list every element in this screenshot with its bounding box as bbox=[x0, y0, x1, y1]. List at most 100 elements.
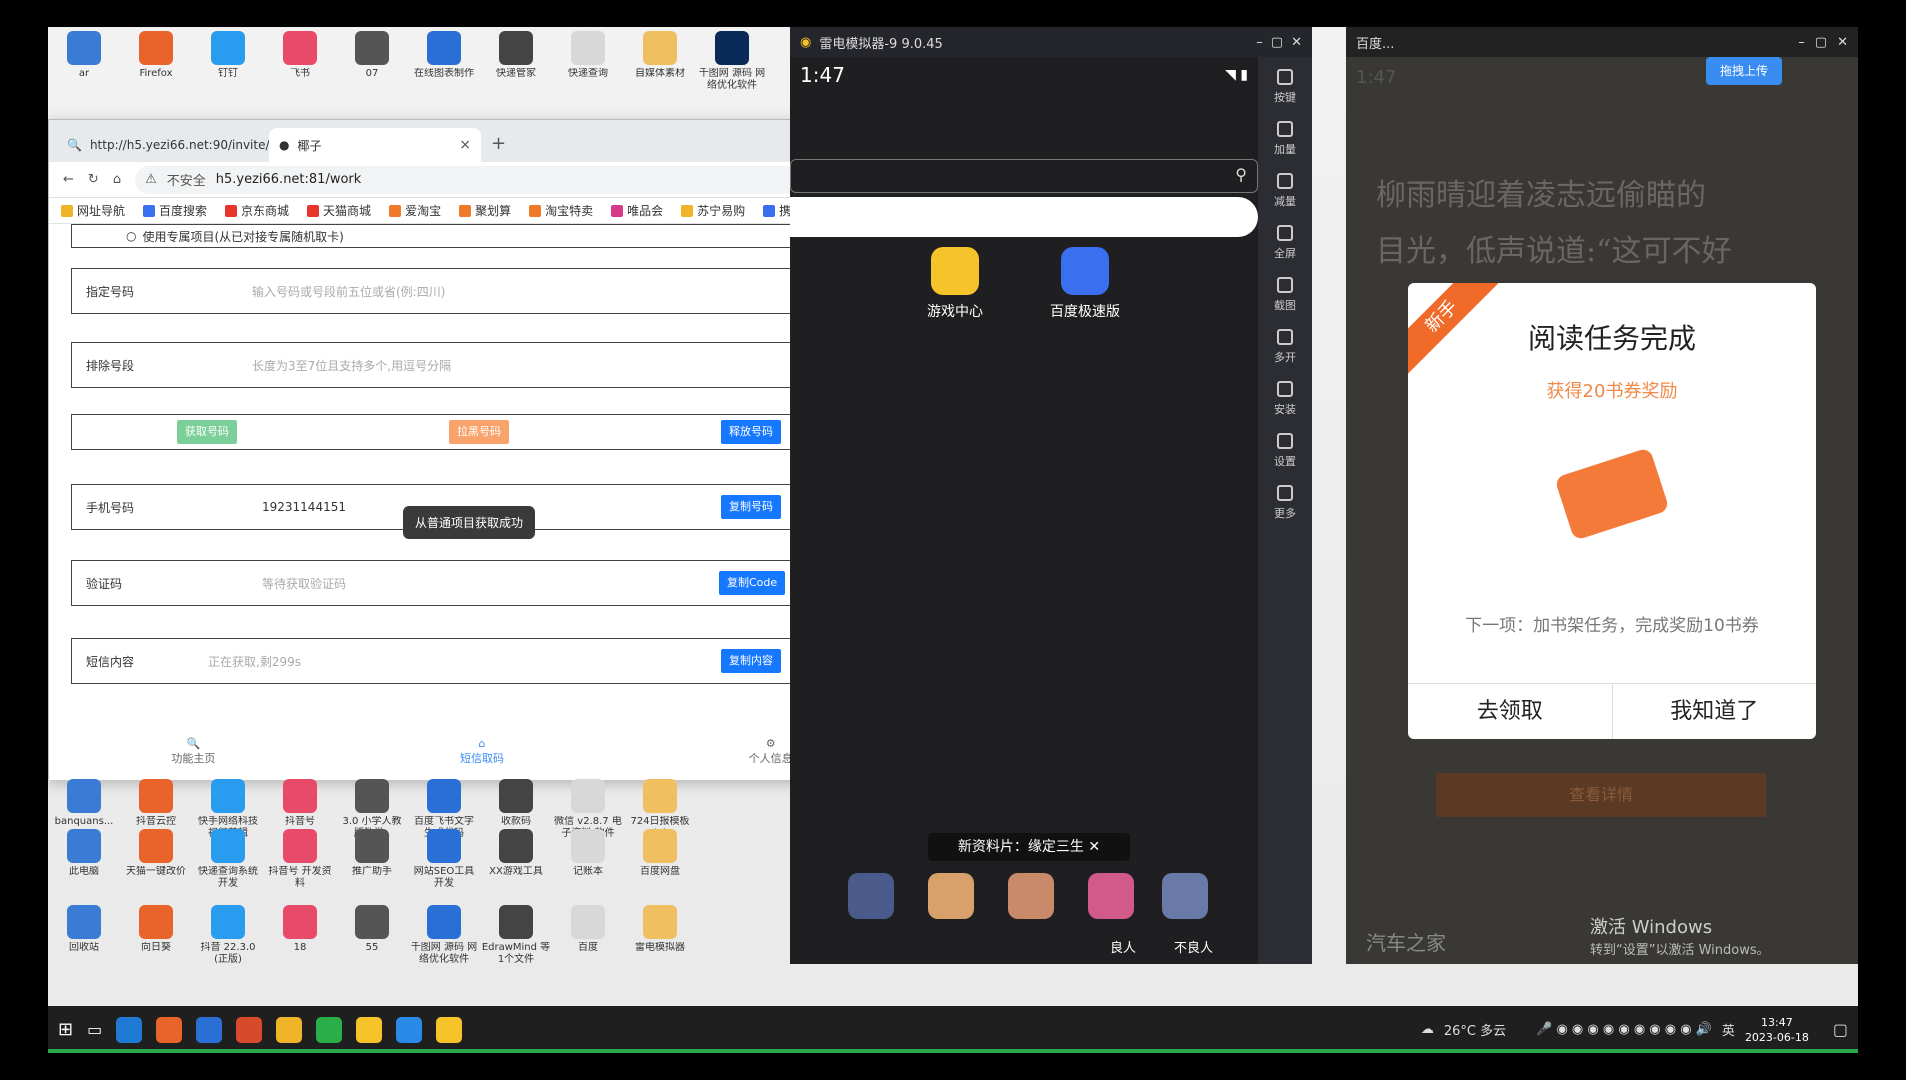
nav-sms[interactable]: ⌂ 短信取码 bbox=[460, 737, 504, 766]
minimize-icon[interactable]: – bbox=[1256, 35, 1263, 50]
emulator2-tab[interactable]: 百度... bbox=[1356, 33, 1394, 52]
desktop-icon[interactable]: 快递查询系统 开发 bbox=[192, 829, 264, 890]
desktop-icon[interactable]: 飞书 bbox=[264, 31, 336, 92]
ime-indicator[interactable]: 英 bbox=[1722, 1020, 1735, 1039]
copy-number-button[interactable]: 复制号码 bbox=[721, 495, 781, 519]
maximize-icon[interactable]: ▢ bbox=[1271, 35, 1283, 50]
game-icon[interactable] bbox=[1162, 873, 1208, 919]
game-icon[interactable] bbox=[1008, 873, 1054, 919]
blacklist-number-button[interactable]: 拉黑号码 bbox=[449, 420, 509, 444]
app-icon[interactable] bbox=[196, 1016, 223, 1043]
radio-icon[interactable]: ○ bbox=[126, 229, 136, 243]
claim-button[interactable]: 去领取 bbox=[1408, 684, 1612, 739]
edge-icon[interactable] bbox=[116, 1016, 143, 1043]
desktop-icon[interactable]: 雷电模拟器 bbox=[624, 905, 696, 966]
maximize-icon[interactable]: ▢ bbox=[1815, 35, 1827, 50]
bookmark-item[interactable]: 网址导航 bbox=[61, 202, 125, 219]
specify-number-input[interactable]: 输入号码或号段前五位或省(例:四川) bbox=[252, 283, 445, 300]
game-icon[interactable] bbox=[848, 873, 894, 919]
get-number-button[interactable]: 获取号码 bbox=[177, 420, 237, 444]
copy-code-button[interactable]: 复制Code bbox=[719, 571, 786, 595]
close-icon[interactable]: × bbox=[459, 137, 471, 153]
desktop-icon[interactable]: 网站SEO工具 开发 bbox=[408, 829, 480, 890]
desktop-icon[interactable]: 记账本 bbox=[552, 829, 624, 890]
game-icon[interactable] bbox=[1088, 873, 1134, 919]
desktop-icon[interactable]: 向日葵 bbox=[120, 905, 192, 966]
home-icon[interactable]: ⌂ bbox=[113, 172, 121, 187]
emulator-tool[interactable]: 全屏 bbox=[1258, 225, 1312, 265]
tab-invite[interactable]: 🔍 http://h5.yezi66.net:90/invite/58 × bbox=[57, 128, 305, 162]
bookmark-item[interactable]: 百度搜索 bbox=[143, 202, 207, 219]
close-icon[interactable]: ✕ bbox=[1837, 35, 1848, 50]
minimize-icon[interactable]: – bbox=[1798, 35, 1805, 50]
desktop-icon[interactable]: Firefox bbox=[120, 31, 192, 92]
emulator-icon[interactable] bbox=[356, 1016, 383, 1043]
new-tab-icon[interactable]: + bbox=[491, 133, 506, 154]
emulator-tool[interactable]: 安装 bbox=[1258, 381, 1312, 421]
release-number-button[interactable]: 释放号码 bbox=[721, 420, 781, 444]
desktop-icon[interactable]: 回收站 bbox=[48, 905, 120, 966]
desktop-icon[interactable]: 抖音号 开发资料 bbox=[264, 829, 336, 890]
desktop-icon[interactable]: 百度 bbox=[552, 905, 624, 966]
desktop-icon[interactable]: 推广助手 bbox=[336, 829, 408, 890]
url-text[interactable]: h5.yezi66.net:81/work bbox=[216, 172, 362, 187]
desktop-icon[interactable]: 18 bbox=[264, 905, 336, 966]
radio-row[interactable]: ○ 使用专属项目(从已对接专属随机取卡) bbox=[71, 224, 881, 248]
desktop-icon[interactable]: 快递查询 bbox=[552, 31, 624, 92]
drag-upload-button[interactable]: 拖拽上传 bbox=[1705, 57, 1782, 85]
view-detail-button[interactable]: 查看详情 bbox=[1436, 773, 1766, 817]
desktop-icon[interactable]: 百度网盘 bbox=[624, 829, 696, 890]
app-icon[interactable] bbox=[396, 1016, 423, 1043]
desktop-icon[interactable]: 千图网 源码 网络优化软件 bbox=[696, 31, 768, 92]
emulator-tool[interactable]: 按键 bbox=[1258, 69, 1312, 109]
emulator-tool[interactable]: 截图 bbox=[1258, 277, 1312, 317]
desktop-icon[interactable]: 快递管家 bbox=[480, 31, 552, 92]
windows-start-icon[interactable]: ⊞ bbox=[58, 1019, 73, 1040]
search-icon[interactable]: ⚲ bbox=[1235, 165, 1247, 184]
task-view-icon[interactable]: ▭ bbox=[87, 1020, 102, 1039]
emulator-icon[interactable] bbox=[436, 1016, 463, 1043]
notification-icon[interactable]: ▢ bbox=[1833, 1020, 1848, 1039]
bookmark-item[interactable]: 京东商城 bbox=[225, 202, 289, 219]
desktop-icon[interactable]: 在线图表制作 bbox=[408, 31, 480, 92]
nav-home[interactable]: 🔍 功能主页 bbox=[171, 737, 215, 766]
desktop-icon[interactable]: 天猫一键改价 bbox=[120, 829, 192, 890]
desktop-icon[interactable]: XX游戏工具 bbox=[480, 829, 552, 890]
wechat-icon[interactable] bbox=[316, 1016, 343, 1043]
desktop-icon[interactable]: 自媒体素材 bbox=[624, 31, 696, 92]
firefox-icon[interactable] bbox=[156, 1016, 183, 1043]
desktop-icon[interactable]: 千图网 源码 网络优化软件 bbox=[408, 905, 480, 966]
app-icon[interactable] bbox=[236, 1016, 263, 1043]
app-game-center[interactable]: 游戏中心 bbox=[900, 247, 1010, 321]
bookmark-item[interactable]: 聚划算 bbox=[459, 202, 511, 219]
emulator-tool[interactable]: 设置 bbox=[1258, 433, 1312, 473]
refresh-icon[interactable]: ↻ bbox=[88, 172, 99, 187]
desktop-icon[interactable]: 07 bbox=[336, 31, 408, 92]
file-explorer-icon[interactable] bbox=[276, 1016, 303, 1043]
desktop-icon[interactable]: 此电脑 bbox=[48, 829, 120, 890]
app-baidu-lite[interactable]: 百度极速版 bbox=[1030, 247, 1140, 321]
exclude-segment-input[interactable]: 长度为3至7位且支持多个,用逗号分隔 bbox=[252, 357, 451, 374]
emulator-tool[interactable]: 加量 bbox=[1258, 121, 1312, 161]
bookmark-item[interactable]: 淘宝特卖 bbox=[529, 202, 593, 219]
bookmark-item[interactable]: 爱淘宝 bbox=[389, 202, 441, 219]
nav-profile[interactable]: ⚙ 个人信息 bbox=[749, 737, 793, 766]
back-icon[interactable]: ← bbox=[63, 172, 74, 187]
desktop-icon[interactable]: EdrawMind 等1个文件 bbox=[480, 905, 552, 966]
desktop-icon[interactable]: 抖音 22.3.0 (正版) bbox=[192, 905, 264, 966]
tray-icons[interactable]: 🎤 ◉ ◉ ◉ ◉ ◉ ◉ ◉ ◉ ◉ 🔊 bbox=[1536, 1022, 1712, 1037]
emulator-search-bar[interactable]: ⚲ bbox=[790, 159, 1258, 193]
desktop-icon[interactable]: 钉钉 bbox=[192, 31, 264, 92]
desktop-icon[interactable]: 55 bbox=[336, 905, 408, 966]
game-icon[interactable] bbox=[928, 873, 974, 919]
emulator-tool[interactable]: 减量 bbox=[1258, 173, 1312, 213]
game-banner[interactable]: 新资料片：缘定三生 ✕ bbox=[928, 833, 1130, 861]
tab-yezi[interactable]: ● 椰子 × bbox=[269, 128, 481, 162]
got-it-button[interactable]: 我知道了 bbox=[1611, 684, 1817, 739]
desktop-icon[interactable]: ar bbox=[48, 31, 120, 92]
bookmark-item[interactable]: 唯品会 bbox=[611, 202, 663, 219]
close-icon[interactable]: ✕ bbox=[1291, 35, 1302, 50]
copy-content-button[interactable]: 复制内容 bbox=[721, 649, 781, 673]
clock[interactable]: 13:47 2023-06-18 bbox=[1745, 1015, 1809, 1045]
bookmark-item[interactable]: 天猫商城 bbox=[307, 202, 371, 219]
